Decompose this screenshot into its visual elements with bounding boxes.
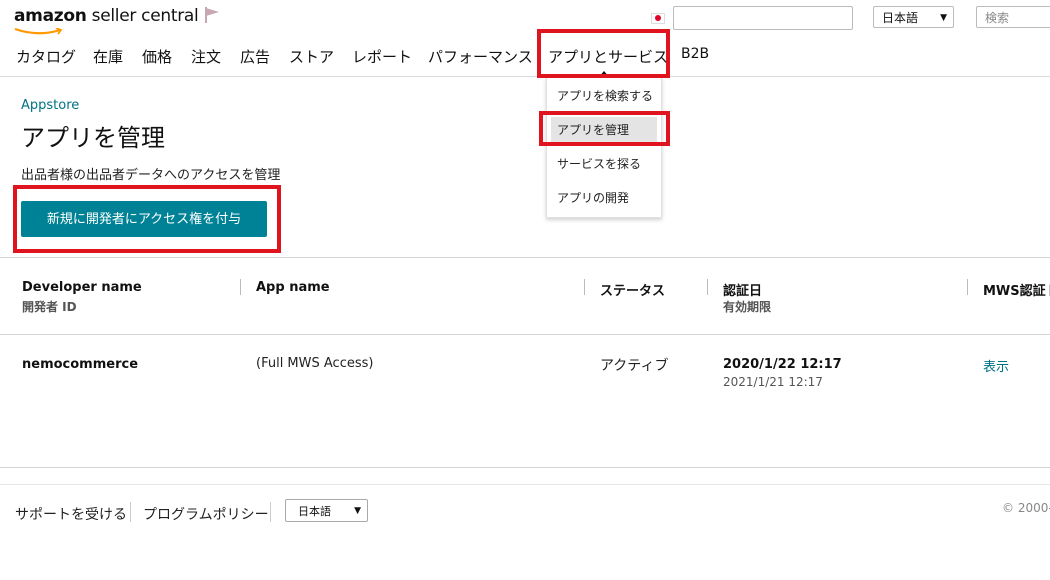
help-search-input[interactable]: 検索 — [976, 6, 1050, 28]
header-developer-name: Developer name — [22, 280, 142, 295]
chevron-down-icon: ▼ — [354, 506, 361, 516]
nav-item-pricing[interactable]: 価格 — [142, 46, 172, 67]
marketplace-search-input[interactable] — [673, 6, 853, 30]
nav-divider — [0, 76, 1050, 77]
footer-language-value: 日本語 — [298, 505, 331, 518]
japan-flag-icon — [651, 13, 665, 24]
nav-item-reports[interactable]: レポート — [352, 46, 412, 67]
seller-central-logo[interactable]: amazon seller central — [14, 6, 199, 35]
nav-item-b2b[interactable]: B2B — [681, 46, 709, 62]
cell-auth-date: 2020/1/22 12:17 — [723, 357, 842, 372]
chevron-down-icon: ▼ — [940, 13, 947, 23]
page-description: 出品者様の出品者データへのアクセスを管理 — [21, 168, 281, 183]
header-auth-date: 認証日 — [723, 284, 763, 299]
language-select-value: 日本語 — [882, 11, 919, 25]
logo-product: seller central — [91, 6, 199, 26]
nav-item-apps-services[interactable]: アプリとサービス — [548, 46, 668, 67]
dropdown-item-search-apps[interactable]: アプリを検索する — [551, 83, 657, 109]
header-status: ステータス — [600, 284, 666, 299]
column-separator — [707, 279, 708, 295]
column-separator — [584, 279, 585, 295]
dropdown-item-manage-apps[interactable]: アプリを管理 — [551, 117, 657, 143]
nav-item-stores[interactable]: ストア — [289, 46, 334, 67]
grant-access-button[interactable]: 新規に開発者にアクセス権を付与 — [21, 201, 267, 237]
footer-separator — [270, 502, 271, 522]
apps-services-dropdown: アプリを検索する アプリを管理 サービスを探る アプリの開発 — [546, 77, 662, 218]
header-mws-token: MWS認証ト — [983, 284, 1050, 299]
flag-icon[interactable] — [203, 6, 223, 24]
footer-divider — [0, 484, 1050, 485]
table-header-divider — [0, 334, 1050, 335]
view-token-link[interactable]: 表示 — [983, 356, 1009, 375]
nav-item-inventory[interactable]: 在庫 — [93, 46, 123, 67]
dropdown-item-explore-services[interactable]: サービスを探る — [551, 151, 657, 177]
footer-policy-link[interactable]: プログラムポリシー — [143, 504, 269, 524]
amazon-smile-icon — [14, 28, 63, 35]
table-bottom-divider — [0, 467, 1050, 468]
breadcrumb[interactable]: Appstore — [21, 98, 79, 113]
nav-item-performance[interactable]: パフォーマンス — [428, 46, 533, 67]
cell-app-name: (Full MWS Access) — [256, 356, 374, 371]
footer-support-link[interactable]: サポートを受ける — [15, 504, 127, 524]
language-select[interactable]: 日本語 ▼ — [873, 6, 954, 28]
nav-item-orders[interactable]: 注文 — [191, 46, 221, 67]
cell-expiry: 2021/1/21 12:17 — [723, 375, 823, 389]
column-separator — [240, 279, 241, 295]
nav-item-catalog[interactable]: カタログ — [16, 46, 76, 67]
table-top-divider — [0, 257, 1050, 258]
dropdown-item-develop-apps[interactable]: アプリの開発 — [551, 185, 657, 211]
logo-brand: amazon — [14, 6, 87, 26]
header-app-name: App name — [256, 280, 330, 295]
page-title: アプリを管理 — [21, 124, 165, 152]
cell-status: アクティブ — [600, 358, 669, 374]
nav-item-advertising[interactable]: 広告 — [240, 46, 270, 67]
footer-separator — [130, 502, 131, 522]
footer-language-select[interactable]: 日本語 ▼ — [285, 499, 368, 522]
header-expiry: 有効期限 — [723, 300, 772, 314]
cell-developer-name: nemocommerce — [22, 357, 139, 372]
column-separator — [967, 279, 968, 295]
copyright: © 2000- — [1002, 501, 1050, 515]
header-developer-id: 開発者 ID — [22, 300, 77, 314]
